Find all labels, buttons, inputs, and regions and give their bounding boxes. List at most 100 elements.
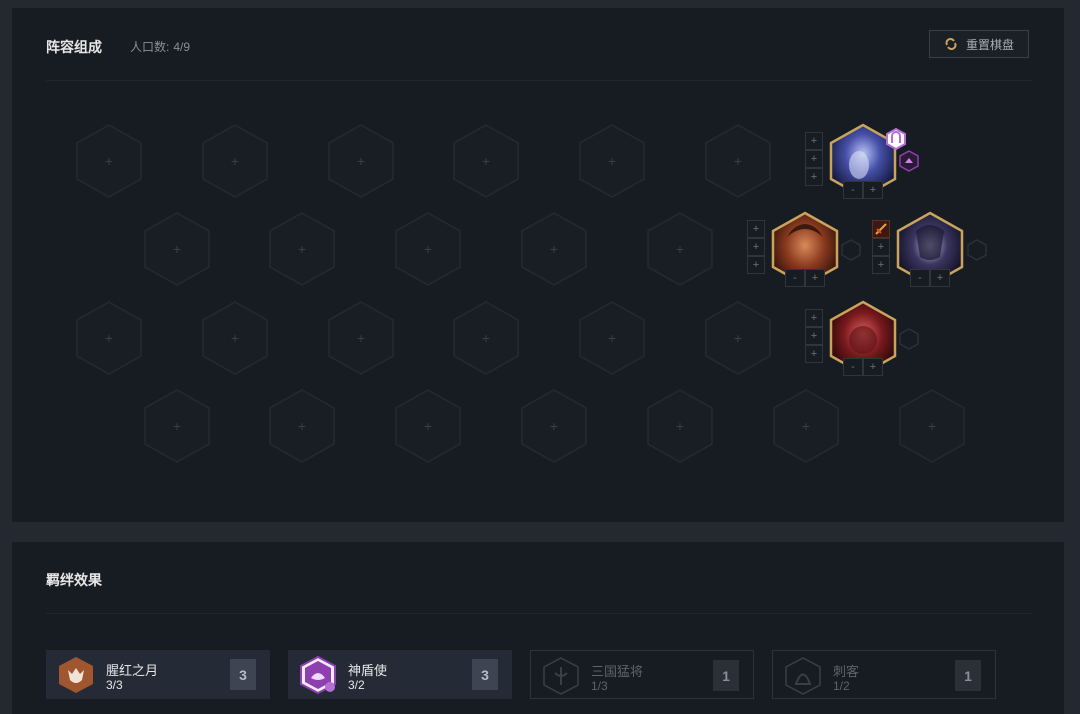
add-icon: +	[423, 418, 433, 434]
add-icon: +	[104, 330, 114, 346]
empty-board-slot[interactable]: +	[772, 388, 840, 464]
item-slots-mid-right: + +	[872, 220, 890, 274]
star-minus-button[interactable]: -	[785, 269, 805, 287]
empty-board-slot[interactable]: +	[394, 211, 462, 287]
trait-count: 3/3	[106, 678, 123, 692]
item-slot[interactable]: +	[805, 150, 823, 168]
add-icon: +	[297, 241, 307, 257]
refresh-icon	[945, 38, 957, 50]
trait-card-crimson-moon[interactable]: 腥红之月 3/3 3	[46, 650, 270, 699]
empty-board-slot[interactable]: +	[268, 388, 336, 464]
warlord-icon	[543, 657, 579, 695]
item-slot[interactable]: +	[805, 309, 823, 327]
traits-panel: 羁绊效果 腥红之月 3/3 3 神盾使 3/2 3 三国猛将 1/3 1 刺客 …	[12, 542, 1064, 714]
empty-board-slot[interactable]: +	[578, 123, 646, 199]
star-plus-button[interactable]: +	[863, 358, 883, 376]
trait-count: 3/2	[348, 678, 365, 692]
empty-board-slot[interactable]: +	[646, 388, 714, 464]
empty-board-slot[interactable]: +	[75, 123, 143, 199]
star-minus-button[interactable]: -	[843, 181, 863, 199]
empty-board-slot[interactable]: +	[327, 300, 395, 376]
add-icon: +	[607, 330, 617, 346]
add-icon: +	[607, 153, 617, 169]
item-slot[interactable]: +	[805, 345, 823, 363]
star-controls-top: - +	[843, 181, 883, 199]
empty-trait-badge-icon	[899, 328, 919, 350]
item-slot[interactable]: +	[747, 220, 765, 238]
add-icon: +	[172, 241, 182, 257]
add-icon: +	[927, 418, 937, 434]
empty-trait-badge-icon	[967, 239, 987, 261]
traits-title: 羁绊效果	[46, 572, 102, 588]
item-slot[interactable]: +	[747, 256, 765, 274]
empty-board-slot[interactable]: +	[898, 388, 966, 464]
population-indicator: 人口数: 4/9	[130, 38, 194, 55]
empty-board-slot[interactable]: +	[646, 211, 714, 287]
aegis-icon	[300, 656, 336, 694]
empty-board-slot[interactable]: +	[452, 123, 520, 199]
item-slots-bottom: + + +	[805, 309, 823, 363]
trait-name: 腥红之月	[106, 663, 159, 678]
trait-card-assassin[interactable]: 刺客 1/2 1	[772, 650, 996, 699]
trait-level: 1	[955, 660, 981, 691]
empty-board-slot[interactable]: +	[704, 300, 772, 376]
item-slot[interactable]: +	[747, 238, 765, 256]
item-slot[interactable]: +	[805, 132, 823, 150]
trait-name: 神盾使	[348, 663, 388, 678]
empty-board-slot[interactable]: +	[394, 388, 462, 464]
add-icon: +	[356, 153, 366, 169]
reset-board-label: 重置棋盘	[965, 37, 1014, 52]
add-icon: +	[549, 241, 559, 257]
empty-board-slot[interactable]: +	[75, 300, 143, 376]
empty-board-slot[interactable]: +	[520, 211, 588, 287]
assassin-icon	[785, 657, 821, 695]
star-minus-button[interactable]: -	[843, 358, 863, 376]
add-icon: +	[733, 330, 743, 346]
star-controls-mid-right: - +	[910, 269, 950, 287]
trait-count: 1/3	[591, 679, 608, 693]
add-icon: +	[481, 330, 491, 346]
item-slots-top: + + +	[805, 132, 823, 186]
add-icon: +	[801, 418, 811, 434]
add-icon: +	[733, 153, 743, 169]
add-icon: +	[172, 418, 182, 434]
empty-trait-badge-icon	[841, 239, 861, 261]
aegis-badge-icon	[899, 150, 919, 172]
crimson-moon-icon	[59, 657, 93, 693]
empty-board-slot[interactable]: +	[452, 300, 520, 376]
empty-board-slot[interactable]: +	[143, 388, 211, 464]
item-slot[interactable]: +	[872, 256, 890, 274]
trait-count: 1/2	[833, 679, 850, 693]
reset-board-button[interactable]: 重置棋盘	[929, 30, 1029, 58]
add-icon: +	[230, 330, 240, 346]
add-icon: +	[481, 153, 491, 169]
star-minus-button[interactable]: -	[910, 269, 930, 287]
board-divider	[46, 80, 1032, 81]
sword-item-icon[interactable]	[872, 220, 890, 238]
add-icon: +	[297, 418, 307, 434]
item-slot[interactable]: +	[872, 238, 890, 256]
add-icon: +	[104, 153, 114, 169]
empty-board-slot[interactable]: +	[201, 123, 269, 199]
empty-board-slot[interactable]: +	[520, 388, 588, 464]
empty-board-slot[interactable]: +	[704, 123, 772, 199]
star-controls-mid-left: - +	[785, 269, 825, 287]
star-plus-button[interactable]: +	[863, 181, 883, 199]
trait-level: 3	[472, 659, 498, 690]
empty-board-slot[interactable]: +	[578, 300, 646, 376]
empty-board-slot[interactable]: +	[143, 211, 211, 287]
item-slot[interactable]: +	[805, 327, 823, 345]
ward-icon	[885, 127, 907, 151]
trait-card-warlord[interactable]: 三国猛将 1/3 1	[530, 650, 754, 699]
star-controls-bottom: - +	[843, 358, 883, 376]
add-icon: +	[423, 241, 433, 257]
population-label: 人口数:	[130, 40, 170, 54]
empty-board-slot[interactable]: +	[201, 300, 269, 376]
empty-board-slot[interactable]: +	[327, 123, 395, 199]
trait-card-aegis[interactable]: 神盾使 3/2 3	[288, 650, 512, 699]
item-slot[interactable]: +	[805, 168, 823, 186]
star-plus-button[interactable]: +	[805, 269, 825, 287]
add-icon: +	[356, 330, 366, 346]
star-plus-button[interactable]: +	[930, 269, 950, 287]
empty-board-slot[interactable]: +	[268, 211, 336, 287]
